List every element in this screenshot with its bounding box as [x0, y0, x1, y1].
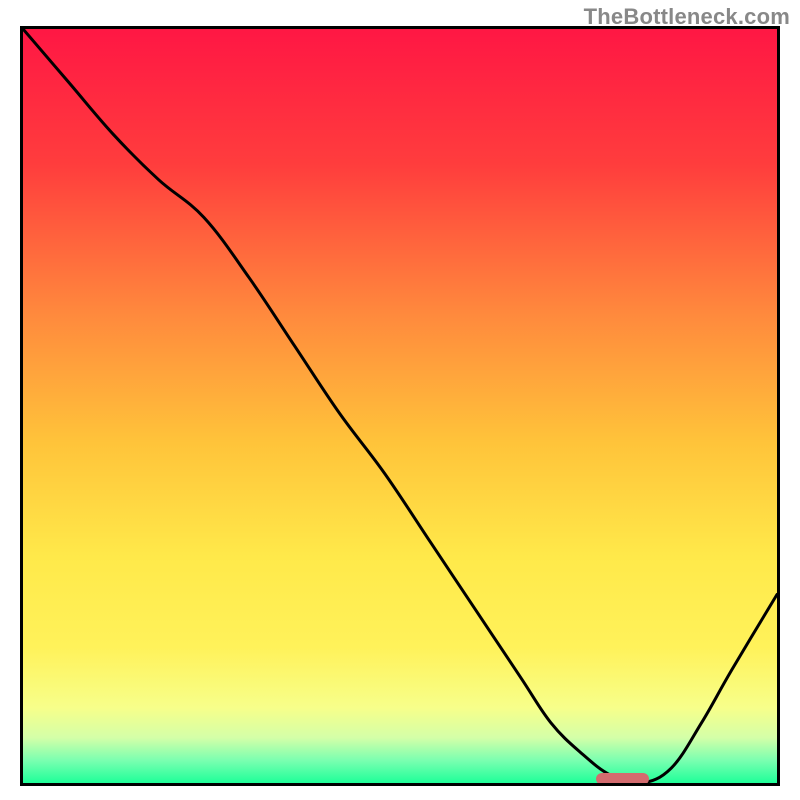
chart-background-gradient	[23, 29, 777, 783]
chart-plot-area	[20, 26, 780, 786]
gradient-fill	[23, 29, 777, 783]
optimal-range-marker	[596, 773, 649, 785]
